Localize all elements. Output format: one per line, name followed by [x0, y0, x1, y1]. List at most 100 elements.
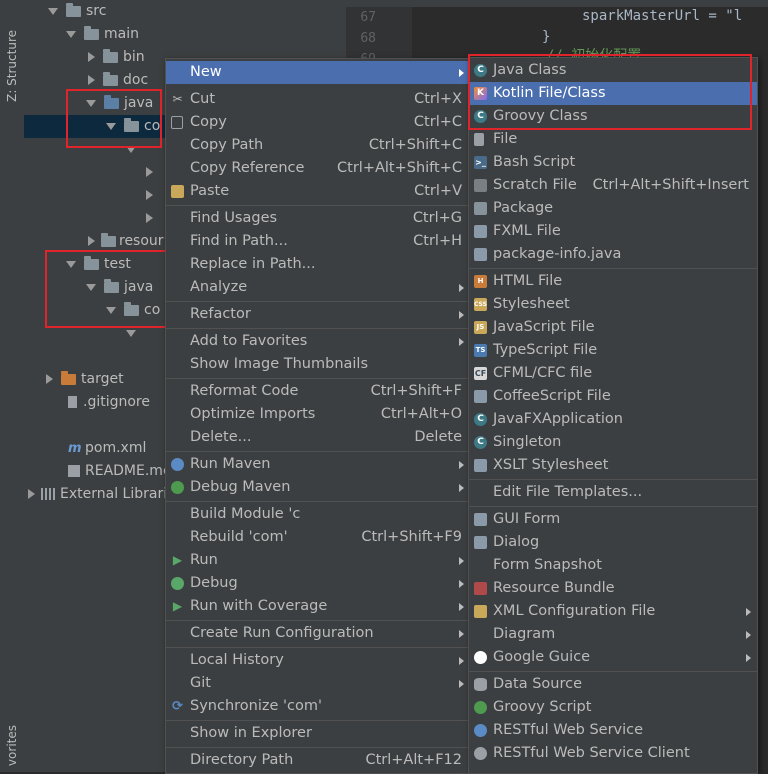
collapse-arrow-icon[interactable] [88, 75, 95, 85]
menu-item-build-module[interactable]: Build Module 'c [166, 503, 470, 526]
menu-separator [166, 501, 470, 502]
menu-item-new[interactable]: New [166, 61, 470, 84]
tree-row-child-3[interactable] [146, 207, 153, 230]
menu-item-refactor[interactable]: Refactor [166, 303, 470, 326]
tree-row-main[interactable]: main [66, 23, 139, 46]
annotation-box-main-java [66, 89, 162, 148]
tree-row-bin[interactable]: bin [88, 46, 145, 69]
submenu-item-coffeescript-file[interactable]: CoffeeScript File [469, 385, 757, 408]
submenu-item-fxml-file[interactable]: FXML File [469, 220, 757, 243]
menu-item-show-image-thumbnails[interactable]: Show Image Thumbnails [166, 353, 470, 376]
expand-arrow-icon[interactable] [66, 30, 76, 38]
submenu-item-restful-web-service[interactable]: RESTful Web Service [469, 719, 757, 742]
menu-item-analyze[interactable]: Analyze [166, 276, 470, 299]
submenu-item-form-snapshot[interactable]: Form Snapshot [469, 554, 757, 577]
collapse-arrow-icon[interactable] [28, 489, 35, 499]
sync-icon: ⟳ [172, 699, 183, 714]
menu-item-run-maven[interactable]: Run Maven [166, 453, 470, 476]
submenu-item-xslt-stylesheet[interactable]: XSLT Stylesheet [469, 454, 757, 477]
submenu-arrow-icon [459, 69, 464, 77]
tree-row-pom[interactable]: m pom.xml [68, 437, 146, 460]
collapse-arrow-icon[interactable] [146, 190, 153, 200]
submenu-item-html-file[interactable]: H HTML File [469, 270, 757, 293]
menu-item-debug[interactable]: Debug [166, 572, 470, 595]
menu-item-create-run-configuration[interactable]: Create Run Configuration [166, 622, 470, 645]
tree-row-external-libraries[interactable]: External Librari [28, 483, 167, 506]
menu-item-delete[interactable]: Delete... Delete [166, 426, 470, 449]
submenu-item-singleton[interactable]: C Singleton [469, 431, 757, 454]
singleton-icon: C [474, 436, 487, 449]
submenu-item-dialog[interactable]: Dialog [469, 531, 757, 554]
submenu-item-file[interactable]: File [469, 128, 757, 151]
submenu-item-javascript-file[interactable]: JS JavaScript File [469, 316, 757, 339]
coverage-icon: ▶ [172, 599, 183, 613]
collapse-arrow-icon[interactable] [88, 52, 95, 62]
menu-item-cut[interactable]: ✂ Cut Ctrl+X [166, 88, 470, 111]
tree-row-child-2[interactable] [146, 184, 153, 207]
menu-item-reformat-code[interactable]: Reformat Code Ctrl+Shift+F [166, 380, 470, 403]
submenu-item-xml-configuration-file[interactable]: XML Configuration File [469, 600, 757, 623]
cut-icon: ✂ [172, 92, 183, 106]
submenu-item-package-info[interactable]: package-info.java [469, 243, 757, 266]
submenu-item-package[interactable]: Package [469, 197, 757, 220]
menu-item-find-in-path[interactable]: Find in Path... Ctrl+H [166, 230, 470, 253]
maven-icon [171, 458, 184, 471]
submenu-item-javafx-application[interactable]: C JavaFXApplication [469, 408, 757, 431]
submenu-item-data-source[interactable]: Data Source [469, 673, 757, 696]
menu-item-rebuild[interactable]: Rebuild 'com' Ctrl+Shift+F9 [166, 526, 470, 549]
submenu-item-typescript-file[interactable]: TS TypeScript File [469, 339, 757, 362]
expand-arrow-icon[interactable] [126, 329, 136, 337]
menu-item-copy-reference[interactable]: Copy Reference Ctrl+Alt+Shift+C [166, 157, 470, 180]
submenu-arrow-icon [459, 338, 464, 346]
scratch-file-icon [474, 179, 487, 192]
menu-item-optimize-imports[interactable]: Optimize Imports Ctrl+Alt+O [166, 403, 470, 426]
tree-row-readme[interactable]: README.mc [68, 460, 171, 483]
submenu-item-stylesheet[interactable]: CSS Stylesheet [469, 293, 757, 316]
menu-item-find-usages[interactable]: Find Usages Ctrl+G [166, 207, 470, 230]
tree-row-target[interactable]: target [46, 368, 124, 391]
menu-item-local-history[interactable]: Local History [166, 649, 470, 672]
menu-item-run[interactable]: ▶ Run [166, 549, 470, 572]
structure-tab[interactable]: Z: Structure [5, 30, 19, 102]
menu-item-synchronize[interactable]: ⟳ Synchronize 'com' [166, 695, 470, 718]
submenu-item-gui-form[interactable]: GUI Form [469, 508, 757, 531]
menu-item-show-in-explorer[interactable]: Show in Explorer [166, 722, 470, 745]
submenu-item-restful-web-service-client[interactable]: RESTful Web Service Client [469, 742, 757, 765]
google-guice-icon [474, 651, 487, 664]
collapse-arrow-icon[interactable] [46, 374, 53, 384]
menu-item-replace-in-path[interactable]: Replace in Path... [166, 253, 470, 276]
submenu-item-cfml-file[interactable]: CF CFML/CFC file [469, 362, 757, 385]
submenu-item-resource-bundle[interactable]: Resource Bundle [469, 577, 757, 600]
menu-item-add-to-favorites[interactable]: Add to Favorites [166, 330, 470, 353]
tree-row-gitignore[interactable]: .gitignore [68, 391, 150, 414]
menu-item-debug-maven[interactable]: Debug Maven [166, 476, 470, 499]
excluded-folder-icon [61, 370, 76, 385]
tree-row-src[interactable]: src [48, 0, 106, 23]
menu-item-git[interactable]: Git [166, 672, 470, 695]
collapse-arrow-icon[interactable] [146, 167, 153, 177]
menu-item-copy-path[interactable]: Copy Path Ctrl+Shift+C [166, 134, 470, 157]
collapse-arrow-icon[interactable] [88, 236, 95, 246]
submenu-item-groovy-script[interactable]: Groovy Script [469, 696, 757, 719]
submenu-item-diagram[interactable]: Diagram [469, 623, 757, 646]
tree-row-child-1[interactable] [146, 161, 153, 184]
submenu-arrow-icon [459, 657, 464, 665]
submenu-item-edit-file-templates[interactable]: Edit File Templates... [469, 481, 757, 504]
expand-arrow-icon[interactable] [48, 7, 58, 15]
menu-item-run-with-coverage[interactable]: ▶ Run with Coverage [166, 595, 470, 618]
submenu-item-google-guice[interactable]: Google Guice [469, 646, 757, 669]
collapse-arrow-icon[interactable] [146, 213, 153, 223]
cfml-icon: CF [474, 367, 487, 380]
favorites-tab[interactable]: vorites [5, 725, 19, 766]
menu-item-copy[interactable]: Copy Ctrl+C [166, 111, 470, 134]
submenu-item-scratch-file[interactable]: Scratch File Ctrl+Alt+Shift+Insert [469, 174, 757, 197]
menu-separator [469, 268, 757, 269]
xslt-icon [474, 459, 487, 472]
menu-item-paste[interactable]: Paste Ctrl+V [166, 180, 470, 203]
submenu-arrow-icon [459, 461, 464, 469]
submenu-item-bash-script[interactable]: >_ Bash Script [469, 151, 757, 174]
menu-item-directory-path[interactable]: Directory Path Ctrl+Alt+F12 [166, 749, 470, 772]
javafx-icon: C [474, 413, 487, 426]
menu-separator [469, 479, 757, 480]
line-number: 68 [360, 31, 376, 46]
